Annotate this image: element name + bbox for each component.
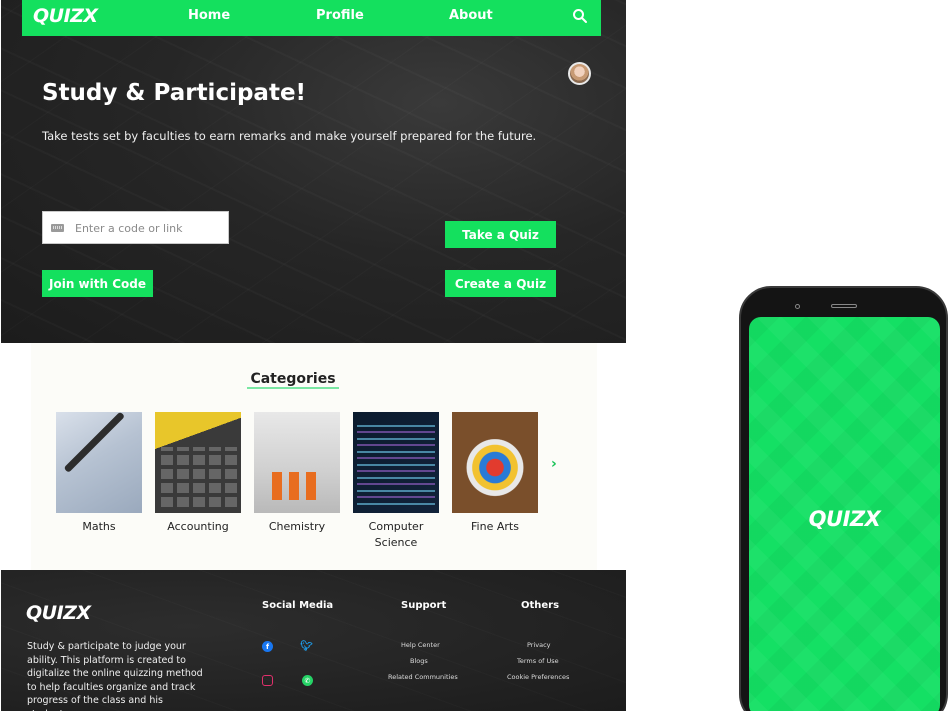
create-quiz-button[interactable]: Create a Quiz <box>445 270 556 297</box>
categories-title: Categories <box>250 371 336 387</box>
hero-title: Study & Participate! <box>42 80 307 106</box>
facebook-icon[interactable]: f <box>262 641 273 652</box>
footer: QUIZX Study & participate to judge your … <box>1 570 626 711</box>
hero-section: QUIZX Home Profile About Study & Partici… <box>1 0 626 343</box>
category-label: Accounting <box>167 520 229 533</box>
category-card-computer-science[interactable]: Computer Science <box>353 412 439 551</box>
category-card-chemistry[interactable]: Chemistry <box>254 412 340 535</box>
categories-section: Categories Maths Accounting Chemistry Co… <box>31 343 597 570</box>
nav-profile-link[interactable]: Profile <box>316 8 364 23</box>
whatsapp-icon[interactable]: ✆ <box>302 675 313 686</box>
blogs-link[interactable]: Blogs <box>410 657 428 665</box>
category-card-accounting[interactable]: Accounting <box>155 412 241 535</box>
footer-description: Study & participate to judge your abilit… <box>27 641 203 711</box>
chemistry-image <box>254 412 340 513</box>
phone-mock: QUIZX <box>739 286 948 711</box>
chevron-right-icon[interactable]: › <box>551 456 557 472</box>
take-quiz-button[interactable]: Take a Quiz <box>445 221 556 248</box>
speaker-icon <box>831 304 857 308</box>
code-input-wrapper <box>42 211 229 244</box>
fine-arts-image <box>452 412 538 513</box>
categories-underline <box>247 387 339 389</box>
category-label: Chemistry <box>268 520 326 533</box>
accounting-image <box>155 412 241 513</box>
support-heading: Support <box>401 600 447 611</box>
related-communities-link[interactable]: Related Communities <box>388 673 458 681</box>
category-card-maths[interactable]: Maths <box>56 412 142 535</box>
category-card-fine-arts[interactable]: Fine Arts <box>452 412 538 535</box>
help-center-link[interactable]: Help Center <box>401 641 440 649</box>
phone-screen: QUIZX <box>749 317 940 711</box>
maths-image <box>56 412 142 513</box>
others-heading: Others <box>521 600 560 611</box>
twitter-icon[interactable]: 🐦︎ <box>300 641 313 652</box>
category-label: Maths <box>82 520 116 533</box>
avatar[interactable] <box>568 62 591 85</box>
search-icon[interactable] <box>572 8 588 24</box>
nav-logo[interactable]: QUIZX <box>33 5 98 27</box>
instagram-icon[interactable] <box>262 675 273 686</box>
camera-icon <box>795 304 800 309</box>
privacy-link[interactable]: Privacy <box>527 641 551 649</box>
join-with-code-button[interactable]: Join with Code <box>42 270 153 297</box>
keyboard-icon <box>51 224 64 232</box>
website-mock: QUIZX Home Profile About Study & Partici… <box>1 0 626 711</box>
footer-logo[interactable]: QUIZX <box>26 602 91 624</box>
nav-about-link[interactable]: About <box>449 8 493 23</box>
category-label: Computer Science <box>368 520 424 549</box>
phone-logo: QUIZX <box>808 507 881 531</box>
social-media-heading: Social Media <box>262 600 334 611</box>
navbar: QUIZX Home Profile About <box>22 0 601 36</box>
hero-subtitle: Take tests set by faculties to earn rema… <box>42 129 537 143</box>
canvas: QUIZX Home Profile About Study & Partici… <box>0 0 948 711</box>
category-label: Fine Arts <box>471 520 519 533</box>
nav-home-link[interactable]: Home <box>188 8 230 23</box>
cookie-preferences-link[interactable]: Cookie Preferences <box>507 673 569 681</box>
code-input[interactable] <box>75 218 225 238</box>
terms-link[interactable]: Terms of Use <box>517 657 559 665</box>
computer-science-image <box>353 412 439 513</box>
